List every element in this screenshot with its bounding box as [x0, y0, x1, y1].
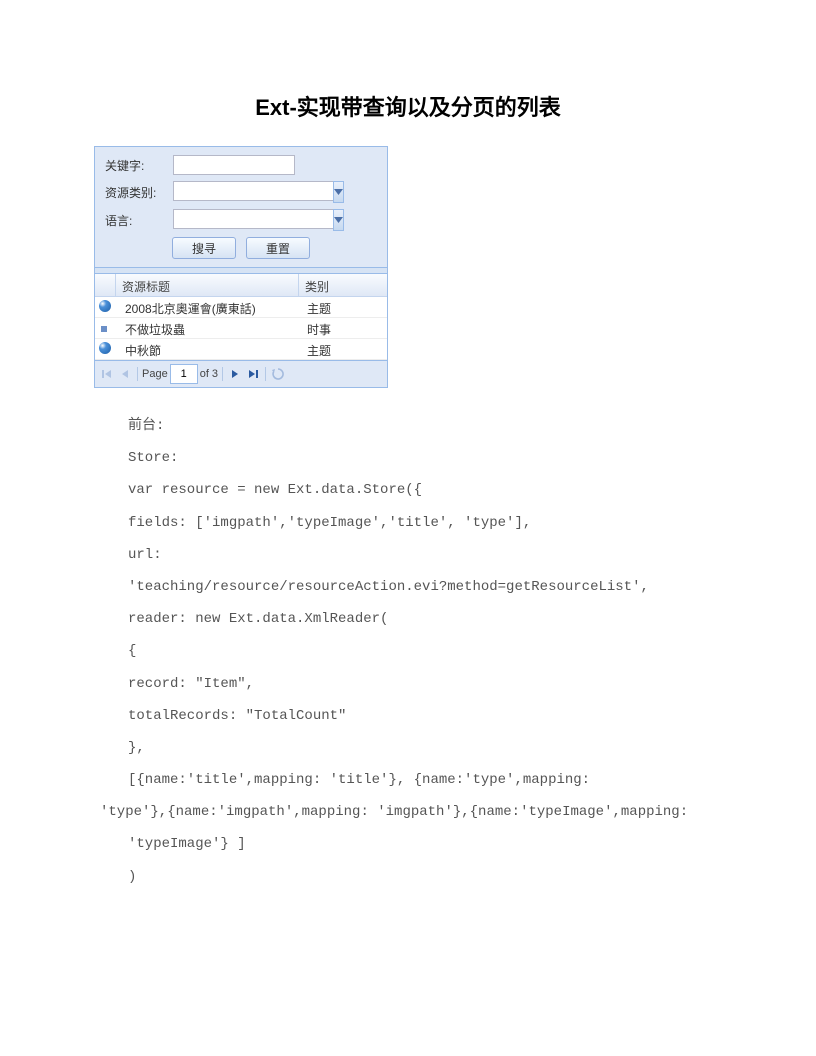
row-type: 主题	[301, 297, 387, 317]
search-button[interactable]: 搜寻	[172, 237, 236, 259]
grid-header-icon-col	[95, 274, 116, 296]
table-row[interactable]: 中秋節 主题	[95, 339, 387, 360]
grid-header-type[interactable]: 类别	[299, 274, 387, 296]
restype-label: 资源类别:	[105, 184, 173, 201]
code-line: )	[128, 861, 716, 893]
code-line: var resource = new Ext.data.Store({	[128, 474, 716, 506]
code-line: 前台:	[128, 410, 716, 442]
separator	[137, 367, 138, 381]
ext-search-panel: 关键字: 资源类别: 语言:	[94, 146, 388, 388]
reset-button[interactable]: 重置	[246, 237, 310, 259]
code-line: 'type'},{name:'imgpath',mapping: 'imgpat…	[100, 796, 716, 828]
bullet-icon	[101, 326, 107, 332]
restype-combo[interactable]	[173, 181, 307, 203]
paging-toolbar: Page of 3	[95, 360, 387, 387]
code-line: 'teaching/resource/resourceAction.evi?me…	[128, 571, 716, 603]
globe-icon	[99, 342, 111, 354]
document-title: Ext-实现带查询以及分页的列表	[100, 90, 716, 122]
separator	[222, 367, 223, 381]
prev-page-icon	[117, 366, 133, 382]
row-title: 中秋節	[119, 339, 301, 359]
restype-input[interactable]	[173, 181, 333, 201]
chevron-down-icon[interactable]	[333, 181, 344, 203]
lang-label: 语言:	[105, 212, 173, 229]
page-label-prefix: Page	[142, 368, 168, 380]
code-line: [{name:'title',mapping: 'title'}, {name:…	[128, 764, 716, 796]
grid-header-title[interactable]: 资源标题	[116, 274, 299, 296]
table-row[interactable]: 2008北京奧運會(廣東話) 主题	[95, 297, 387, 318]
first-page-icon	[99, 366, 115, 382]
code-line: url:	[128, 539, 716, 571]
code-line: },	[128, 732, 716, 764]
page-number-input[interactable]	[170, 364, 198, 384]
last-page-icon[interactable]	[245, 366, 261, 382]
code-line: fields: ['imgpath','typeImage','title', …	[128, 507, 716, 539]
grid-header: 资源标题 类别	[95, 274, 387, 297]
row-type: 主题	[301, 339, 387, 359]
row-type: 时事	[301, 318, 387, 338]
next-page-icon[interactable]	[227, 366, 243, 382]
table-row[interactable]: 不做垃圾蟲 时事	[95, 318, 387, 339]
globe-icon	[99, 300, 111, 312]
chevron-down-icon[interactable]	[333, 209, 344, 231]
keyword-input[interactable]	[173, 155, 295, 175]
search-form: 关键字: 资源类别: 语言:	[95, 147, 387, 268]
separator	[265, 367, 266, 381]
code-line: reader: new Ext.data.XmlReader(	[128, 603, 716, 635]
code-line: totalRecords: "TotalCount"	[128, 700, 716, 732]
code-line: Store:	[128, 442, 716, 474]
row-title: 不做垃圾蟲	[119, 318, 301, 338]
code-line: {	[128, 635, 716, 667]
results-grid: 资源标题 类别 2008北京奧運會(廣東話) 主题 不做垃圾蟲 时事 中秋節 主…	[95, 274, 387, 387]
keyword-label: 关键字:	[105, 157, 173, 174]
lang-combo[interactable]	[173, 209, 307, 231]
row-title: 2008北京奧運會(廣東話)	[119, 297, 301, 317]
lang-input[interactable]	[173, 209, 333, 229]
code-text: 前台: Store: var resource = new Ext.data.S…	[100, 410, 716, 893]
code-line: 'typeImage'} ]	[128, 828, 716, 860]
code-line: record: "Item",	[128, 668, 716, 700]
refresh-icon[interactable]	[270, 366, 286, 382]
page-label-suffix: of 3	[200, 368, 218, 380]
